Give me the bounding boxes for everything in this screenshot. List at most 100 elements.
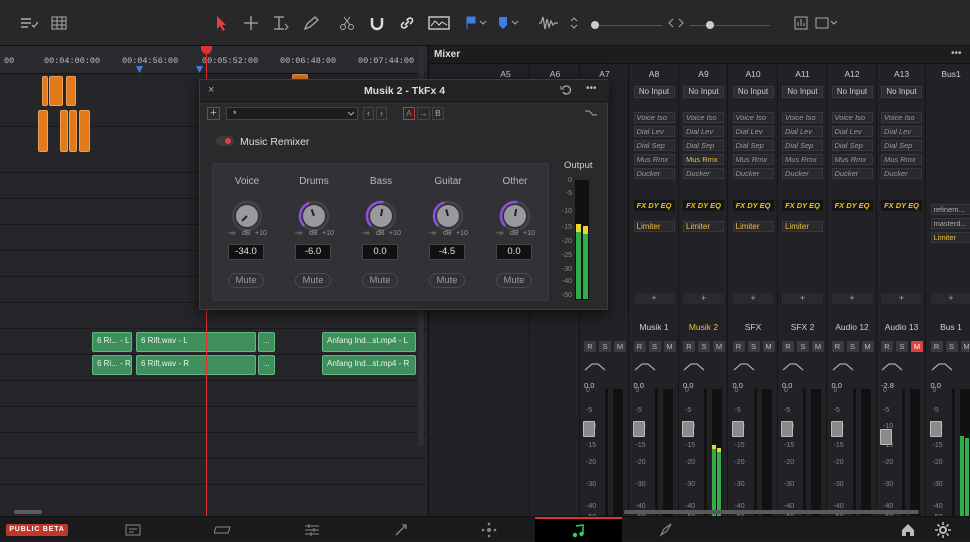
fx-dy-eq-indicator[interactable]: FX DY EQ xyxy=(782,200,823,211)
effect-slot[interactable]: Dial Lev xyxy=(634,126,675,137)
channel-input-select[interactable]: No Input xyxy=(733,86,774,98)
checklist-icon[interactable] xyxy=(20,14,38,32)
dialog-options-icon[interactable]: ••• xyxy=(586,83,597,94)
pan-control[interactable] xyxy=(683,361,705,373)
video-clip[interactable] xyxy=(38,110,48,152)
fusion-page-icon[interactable] xyxy=(392,521,410,539)
zoom-slider-track[interactable] xyxy=(592,25,662,26)
fader-knob[interactable] xyxy=(682,421,694,437)
selection-pointer-icon[interactable] xyxy=(212,14,230,32)
audio-clip[interactable]: 6 Rift.wav - L xyxy=(136,332,256,352)
trim-tool-icon[interactable] xyxy=(272,14,290,32)
effect-slot[interactable]: Mus Rmx xyxy=(683,154,724,165)
channel-input-select[interactable]: No Input xyxy=(832,86,873,98)
effect-slot[interactable]: Voice Iso xyxy=(733,112,774,123)
add-effect-button[interactable]: + xyxy=(881,293,922,304)
effect-slot[interactable]: Voice Iso xyxy=(634,112,675,123)
audio-clip[interactable]: Anfang Ind...st.mp4 - L xyxy=(322,332,416,352)
snapping-magnet-icon[interactable] xyxy=(368,14,386,32)
home-icon[interactable] xyxy=(899,521,917,539)
stem-mute-button[interactable]: Mute xyxy=(496,273,532,288)
plugin-curve-icon[interactable] xyxy=(584,108,598,118)
limiter-slot[interactable]: Limiter xyxy=(733,221,774,232)
mute-button[interactable]: M xyxy=(911,341,923,352)
mute-button[interactable]: M xyxy=(614,341,626,352)
fader-track[interactable] xyxy=(952,389,955,516)
gear-icon[interactable] xyxy=(934,521,952,539)
effect-slot[interactable]: Voice Iso xyxy=(832,112,873,123)
audio-clip[interactable]: 6 Ri... - R xyxy=(92,355,132,375)
pan-control[interactable] xyxy=(733,361,755,373)
pen-tool-icon[interactable] xyxy=(302,14,320,32)
blade-scissors-icon[interactable] xyxy=(338,14,356,32)
link-icon[interactable] xyxy=(398,14,416,32)
effect-slot[interactable]: Ducker xyxy=(733,168,774,179)
effect-slot[interactable]: Dial Lev xyxy=(733,126,774,137)
record-arm-button[interactable]: R xyxy=(782,341,794,352)
solo-button[interactable]: S xyxy=(797,341,809,352)
effect-slot[interactable]: Voice Iso xyxy=(683,112,724,123)
solo-button[interactable]: S xyxy=(599,341,611,352)
grid-view-icon[interactable] xyxy=(50,14,68,32)
effect-slot[interactable]: Ducker xyxy=(881,168,922,179)
fader-track[interactable] xyxy=(704,389,707,516)
bus-plugin-slot[interactable]: masterd... xyxy=(931,218,970,229)
effect-slot[interactable]: Ducker xyxy=(832,168,873,179)
limiter-slot[interactable]: Limiter xyxy=(782,221,823,232)
dialog-title-bar[interactable]: × Musik 2 - TkFx 4 ••• xyxy=(200,80,609,102)
stem-gain-knob[interactable] xyxy=(485,178,545,238)
compare-a-button[interactable]: A xyxy=(403,107,415,120)
bus-limiter-slot[interactable]: Limiter xyxy=(931,232,970,243)
horizontal-zoom-track[interactable] xyxy=(690,25,770,26)
fader-track[interactable] xyxy=(803,389,806,516)
flag-dropdown-chevron-icon[interactable] xyxy=(478,14,488,32)
effect-slot[interactable]: Dial Lev xyxy=(881,126,922,137)
fader-knob[interactable] xyxy=(831,421,843,437)
add-effect-button[interactable]: + xyxy=(733,293,774,304)
fader-knob[interactable] xyxy=(930,421,942,437)
edit-page-icon[interactable] xyxy=(303,521,321,539)
crosshair-icon[interactable] xyxy=(242,14,260,32)
effect-slot[interactable]: Dial Sep xyxy=(832,140,873,151)
add-effect-button[interactable]: + xyxy=(782,293,823,304)
track-height-icon[interactable] xyxy=(568,14,580,32)
prev-preset-icon[interactable]: ‹ xyxy=(363,107,374,120)
stem-gain-knob[interactable] xyxy=(418,178,478,238)
zoom-slider-handle[interactable] xyxy=(591,21,599,29)
effect-slot[interactable]: Dial Lev xyxy=(832,126,873,137)
effect-slot[interactable]: Dial Sep xyxy=(683,140,724,151)
limiter-slot[interactable]: Limiter xyxy=(683,221,724,232)
stem-gain-value[interactable]: -4.5 xyxy=(429,244,465,260)
solo-button[interactable]: S xyxy=(946,341,958,352)
effect-slot[interactable]: Dial Sep xyxy=(733,140,774,151)
audio-waveform-zoom-icon[interactable] xyxy=(538,14,560,32)
audio-meter-icon[interactable] xyxy=(792,14,810,32)
pan-control[interactable] xyxy=(782,361,804,373)
video-clip[interactable] xyxy=(66,76,76,106)
compare-b-button[interactable]: B xyxy=(432,107,444,120)
video-clip[interactable] xyxy=(49,76,63,106)
fader-knob[interactable] xyxy=(880,429,892,445)
effect-slot[interactable]: Mus Rmx xyxy=(832,154,873,165)
mixer-scrollbar[interactable] xyxy=(624,510,919,514)
solo-button[interactable]: S xyxy=(649,341,661,352)
fader-track[interactable] xyxy=(605,389,608,516)
video-clip[interactable] xyxy=(79,110,90,152)
pan-control[interactable] xyxy=(584,361,606,373)
effect-slot[interactable]: Mus Rmx xyxy=(634,154,675,165)
pan-control[interactable] xyxy=(881,361,903,373)
stem-mute-button[interactable]: Mute xyxy=(295,273,331,288)
mute-button[interactable]: M xyxy=(664,341,676,352)
effect-slot[interactable]: Mus Rmx xyxy=(881,154,922,165)
cut-page-icon[interactable] xyxy=(214,521,232,539)
pan-control[interactable] xyxy=(634,361,656,373)
record-arm-button[interactable]: R xyxy=(634,341,646,352)
horizontal-scrollbar[interactable] xyxy=(14,510,42,514)
record-arm-button[interactable]: R xyxy=(733,341,745,352)
position-lock-icon[interactable] xyxy=(428,14,450,32)
effect-slot[interactable]: Ducker xyxy=(683,168,724,179)
audio-clip[interactable]: ... xyxy=(258,355,275,375)
timeline-marker-icon[interactable] xyxy=(136,66,143,73)
record-arm-button[interactable]: R xyxy=(931,341,943,352)
pan-control[interactable] xyxy=(931,361,953,373)
